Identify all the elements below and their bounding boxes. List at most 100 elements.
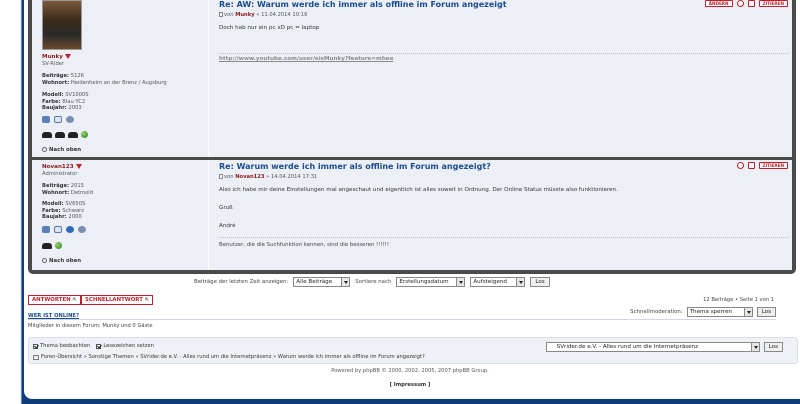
checkbox-icon[interactable] [96, 343, 102, 349]
post-text: André [219, 223, 236, 229]
location-value: Detmold [70, 190, 94, 196]
watch-topic-label[interactable]: Thema beobachten [40, 343, 90, 349]
sort-label: Sortiere nach [355, 279, 392, 285]
jump-to: SVrider.de e.V. - Alles rund um die Inte… [545, 342, 783, 352]
reply-label: ANTWORTEN [32, 297, 71, 303]
meta-author[interactable]: Munky [235, 12, 254, 18]
signature: Benutzer, die die Suchfunktion kennen, s… [219, 237, 788, 248]
post-title[interactable]: Re: Warum werde ich immer als offline im… [219, 162, 491, 171]
quote-button[interactable]: ZITIEREN [758, 0, 788, 7]
profile-location: Wohnort: Detmold [42, 190, 93, 196]
location-label: Wohnort: [42, 80, 70, 86]
chevron-down-icon [341, 278, 350, 286]
order-select[interactable]: Aufsteigend [470, 277, 526, 287]
post-title[interactable]: Re: AW: Warum werde ich immer als offlin… [219, 0, 507, 9]
topic-options: Thema beobachten Lesezeichen setzen [33, 343, 154, 349]
bottom-panel: Thema beobachten Lesezeichen setzen Fore… [28, 337, 798, 364]
post-buttons: ZITIEREN [736, 162, 788, 169]
posts-frame: Munky SV-Rider Beiträge: 5126 Wohnort: H… [28, 0, 796, 274]
profile-icons [42, 226, 86, 233]
email-icon[interactable] [54, 226, 62, 233]
meta-author[interactable]: Novan123 [235, 174, 264, 180]
moderation-go-button[interactable]: Los [756, 307, 776, 317]
avatar [42, 0, 82, 50]
bookmark-label[interactable]: Lesezeichen setzen [103, 343, 154, 349]
filter-go-button[interactable]: Los [530, 277, 550, 287]
author-rank: Administrator [42, 171, 78, 177]
post-body: Re: Warum werde ich immer als offline im… [219, 160, 788, 270]
year-label: Baujahr: [42, 214, 67, 220]
profile-posts: Beiträge: 5126 [42, 73, 84, 79]
website-icon[interactable] [66, 226, 74, 233]
green-badge-icon [81, 131, 88, 138]
model-value: SV650S [65, 201, 86, 207]
moderation-select[interactable]: Thema sperren [686, 307, 753, 317]
email-icon[interactable] [54, 116, 62, 123]
sort-select[interactable]: Erstellungsdatum [396, 277, 466, 287]
bookmark-checkbox[interactable]: Lesezeichen setzen [96, 343, 154, 349]
post-meta: von Novan123 » 14.04.2014 17:31 [219, 174, 317, 180]
quick-reply-icon: ⇱ [144, 297, 150, 303]
display-select[interactable]: Alle Beiträge [293, 277, 351, 287]
author-name[interactable]: Novan123 [42, 164, 82, 170]
back-to-top[interactable]: Nach oben [42, 147, 81, 153]
breadcrumb: Foren-Übersicht » Sonstige Themen » SVri… [33, 354, 425, 360]
impressum-link[interactable]: [ Impressum ] [24, 382, 796, 388]
info-icon[interactable] [747, 162, 755, 169]
post-profile: Munky SV-Rider Beiträge: 5126 Wohnort: H… [32, 0, 209, 157]
signature-link[interactable]: http://www.youtube.com/user/eisMunky?fea… [219, 53, 788, 62]
author-name-text[interactable]: Munky [42, 54, 63, 60]
contact-icon[interactable] [66, 116, 74, 123]
profile-model: Modell: SV1000S [42, 92, 89, 98]
author-rank: SV-Rider [42, 61, 65, 67]
divider [28, 319, 776, 320]
author-name-text[interactable]: Novan123 [42, 164, 74, 170]
who-online-text: Mitglieder in diesem Forum: Munky und 0 … [28, 323, 153, 329]
year-value: 2003 [68, 105, 82, 111]
quote-button[interactable]: ZITIEREN [758, 162, 788, 169]
location-value: Heidenheim an der Brenz / Augsburg [70, 80, 167, 86]
model-label: Modell: [42, 92, 64, 98]
display-options: Beiträge der letzten Zeit anzeigen: Alle… [194, 277, 550, 287]
home-icon[interactable] [33, 354, 39, 360]
rank-diamond-icon [64, 54, 71, 59]
post-text: Doch hab nur ein pc xD pc = laptop [219, 25, 320, 31]
quick-reply-button[interactable]: SCHNELLANTWORT ⇱ [81, 295, 154, 305]
post-body: Re: AW: Warum werde ich immer als offlin… [219, 0, 788, 157]
location-label: Wohnort: [42, 190, 70, 196]
checkbox-icon[interactable] [33, 343, 38, 349]
post: Munky SV-Rider Beiträge: 5126 Wohnort: H… [32, 0, 792, 157]
edit-button[interactable]: ÄNDERN [704, 0, 733, 7]
back-to-top-label[interactable]: Nach oben [49, 147, 81, 153]
info-icon[interactable] [747, 0, 755, 7]
report-icon[interactable] [736, 162, 744, 169]
contact-icon[interactable] [78, 226, 86, 233]
motorcycle-icon [68, 131, 78, 138]
author-name[interactable]: Munky [42, 54, 71, 60]
jump-select[interactable]: SVrider.de e.V. - Alles rund um die Inte… [545, 342, 760, 352]
back-to-top[interactable]: Nach oben [42, 258, 81, 264]
report-icon[interactable] [736, 0, 744, 7]
jump-go-button[interactable]: Los [763, 342, 783, 352]
circle-icon [42, 258, 47, 263]
badges [42, 242, 62, 249]
display-label: Beiträge der letzten Zeit anzeigen: [194, 279, 289, 285]
post-text: Gruß [219, 205, 233, 211]
post: Novan123 Administrator Beiträge: 2015 Wo… [32, 160, 792, 270]
posts-value: 5126 [70, 73, 84, 79]
breadcrumb-text[interactable]: Foren-Übersicht » Sonstige Themen » SVri… [41, 354, 425, 360]
post-text: Also ich habe mir deine Einstellungen ma… [219, 187, 618, 193]
pm-icon[interactable] [42, 226, 50, 233]
watch-topic-checkbox[interactable]: Thema beobachten [33, 343, 90, 349]
pm-icon[interactable] [42, 116, 50, 123]
back-to-top-label[interactable]: Nach oben [49, 258, 81, 264]
chevron-down-icon [516, 278, 525, 286]
moderation-label: Schnellmoderation: [630, 309, 683, 315]
display-select-value: Alle Beiträge [296, 279, 333, 285]
pagination-info: 12 Beiträge • Seite 1 von 1 [703, 297, 774, 303]
left-border [0, 0, 24, 404]
reply-button[interactable]: ANTWORTEN ⇱ [28, 295, 81, 305]
powered-by: Powered by phpBB © 2000, 2002, 2005, 200… [331, 368, 489, 374]
green-badge-icon [55, 242, 62, 249]
model-value: SV1000S [65, 92, 89, 98]
